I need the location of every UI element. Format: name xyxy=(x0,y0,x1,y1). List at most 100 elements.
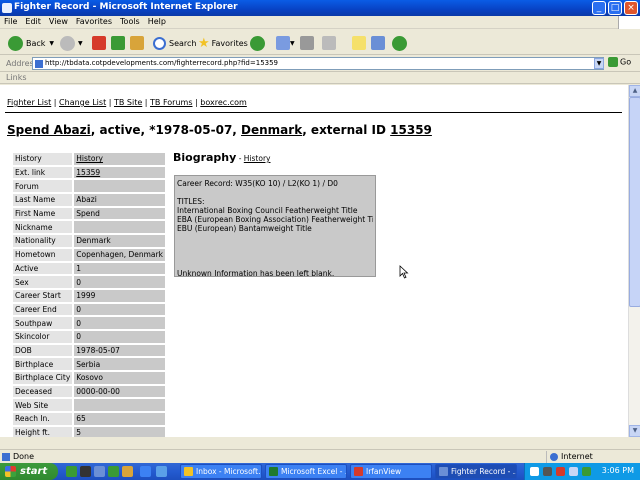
status-text: Done xyxy=(13,452,35,461)
table-row: Active 1 xyxy=(13,262,165,275)
print-icon xyxy=(300,36,314,50)
home-button[interactable] xyxy=(130,34,144,52)
table-row: Deceased 0000-00-00 xyxy=(13,385,165,398)
outlook-icon xyxy=(184,467,193,476)
mail-button[interactable]: ▼ xyxy=(276,34,295,52)
menu-file[interactable]: File xyxy=(0,16,21,27)
info-value-link[interactable]: History xyxy=(76,154,103,163)
task-inbox[interactable]: Inbox - Microsoft... xyxy=(180,464,262,479)
info-label: DOB xyxy=(13,344,73,357)
task-excel[interactable]: Microsoft Excel - ... xyxy=(265,464,347,479)
messenger-icon xyxy=(392,35,407,51)
biography-heading: Biography - History xyxy=(173,151,271,164)
scroll-thumb[interactable] xyxy=(629,97,640,307)
go-arrow-icon xyxy=(608,57,618,67)
info-label: Southpaw xyxy=(13,317,73,329)
search-button[interactable]: Search xyxy=(153,34,196,52)
nav-change-list[interactable]: Change List xyxy=(59,98,106,107)
quicklaunch-icon[interactable] xyxy=(94,466,105,477)
edit-button[interactable] xyxy=(322,34,336,52)
address-input[interactable]: http://tbdata.cotpdevelopments.com/fight… xyxy=(32,57,604,70)
links-bar[interactable]: Links xyxy=(0,72,640,84)
minimize-button[interactable]: _ xyxy=(592,1,606,15)
forward-arrow-icon xyxy=(60,35,75,51)
back-button[interactable]: Back ▼ xyxy=(8,34,54,52)
biography-line xyxy=(177,260,373,269)
discuss-button[interactable] xyxy=(352,34,366,52)
nav-fighter-list[interactable]: Fighter List xyxy=(7,98,51,107)
toolbar: Back ▼ ▼ Search ★ Favorites ▼ xyxy=(0,30,640,55)
info-label: Deceased xyxy=(13,385,73,398)
info-label: Birthplace xyxy=(13,358,73,370)
country-link[interactable]: Denmark xyxy=(241,123,302,137)
favorites-button[interactable]: ★ Favorites xyxy=(198,34,248,52)
task-irfanview[interactable]: IrfanView xyxy=(350,464,432,479)
info-label: Web Site xyxy=(13,399,73,412)
biography-line: Career Record: W35(KO 10) / L2(KO 1) / D… xyxy=(177,179,338,188)
biography-line xyxy=(177,188,373,197)
nav-boxrec[interactable]: boxrec.com xyxy=(200,98,247,107)
menu-edit[interactable]: Edit xyxy=(21,16,45,27)
stop-button[interactable] xyxy=(92,34,106,52)
close-button[interactable]: × xyxy=(624,1,638,15)
info-label: Career End xyxy=(13,303,73,316)
info-value-link[interactable]: 15359 xyxy=(76,168,100,177)
quicklaunch-icon[interactable] xyxy=(122,466,133,477)
info-value xyxy=(74,180,165,193)
tray-icon[interactable] xyxy=(556,467,565,476)
quicklaunch-icon[interactable] xyxy=(108,466,119,477)
excel-icon xyxy=(269,467,278,476)
table-row: Birthplace City Kosovo xyxy=(13,372,165,384)
quicklaunch-icon[interactable] xyxy=(66,466,77,477)
status-bar: Done Internet xyxy=(0,449,640,463)
info-value: Serbia xyxy=(74,358,165,370)
print-button[interactable] xyxy=(300,34,314,52)
info-value: 0000-00-00 xyxy=(74,385,165,398)
biography-line: International Boxing Council Featherweig… xyxy=(177,206,358,215)
research-button[interactable] xyxy=(371,34,385,52)
tray-icon[interactable] xyxy=(582,467,591,476)
chevron-down-icon: ▼ xyxy=(290,39,295,47)
maximize-button[interactable]: □ xyxy=(608,1,622,15)
menu-favorites[interactable]: Favorites xyxy=(72,16,116,27)
clock: 3:06 PM xyxy=(601,466,634,475)
taskbar: start Inbox - Microsoft... Microsoft Exc… xyxy=(0,463,640,480)
scroll-up-icon[interactable]: ▲ xyxy=(629,85,640,97)
menu-help[interactable]: Help xyxy=(144,16,170,27)
table-row: First Name Spend xyxy=(13,207,165,220)
biography-history-link[interactable]: History xyxy=(244,154,271,163)
volume-icon[interactable] xyxy=(569,467,578,476)
info-value xyxy=(74,221,165,234)
quicklaunch-icon[interactable] xyxy=(80,466,91,477)
menu-tools[interactable]: Tools xyxy=(116,16,144,27)
tray-icon[interactable] xyxy=(543,467,552,476)
info-value: Copenhagen, Denmark xyxy=(74,248,165,261)
vertical-scrollbar[interactable]: ▲ ▼ xyxy=(628,85,640,437)
page-content: Fighter List | Change List | TB Site | T… xyxy=(0,85,628,437)
messenger-button[interactable] xyxy=(392,34,410,52)
fighter-name-link[interactable]: Spend Abazi xyxy=(7,123,91,137)
refresh-button[interactable] xyxy=(111,34,125,52)
info-label: Last Name xyxy=(13,194,73,206)
history-button[interactable] xyxy=(250,34,268,52)
biography-box: Career Record: W35(KO 10) / L2(KO 1) / D… xyxy=(174,175,376,278)
task-fighter-record[interactable]: Fighter Record - ... xyxy=(435,464,517,479)
quicklaunch-icon[interactable] xyxy=(140,466,151,477)
biography-line xyxy=(177,251,373,260)
table-row: Height ft. 5 xyxy=(13,426,165,437)
menu-view[interactable]: View xyxy=(45,16,72,27)
help-icon[interactable] xyxy=(530,467,539,476)
biography-line xyxy=(177,242,373,251)
address-bar: Address http://tbdata.cotpdevelopments.c… xyxy=(0,56,640,72)
go-button[interactable]: Go xyxy=(608,57,638,71)
mail-icon xyxy=(276,36,290,50)
nav-tb-forums[interactable]: TB Forums xyxy=(150,98,192,107)
external-id-link[interactable]: 15359 xyxy=(390,123,432,137)
info-label: History xyxy=(13,153,73,165)
start-button[interactable]: start xyxy=(0,463,58,480)
nav-tb-site[interactable]: TB Site xyxy=(114,98,142,107)
quicklaunch-icon[interactable] xyxy=(156,466,167,477)
forward-button[interactable]: ▼ xyxy=(60,34,83,52)
scroll-down-icon[interactable]: ▼ xyxy=(629,425,640,437)
address-dropdown-icon[interactable]: ▼ xyxy=(594,58,604,69)
